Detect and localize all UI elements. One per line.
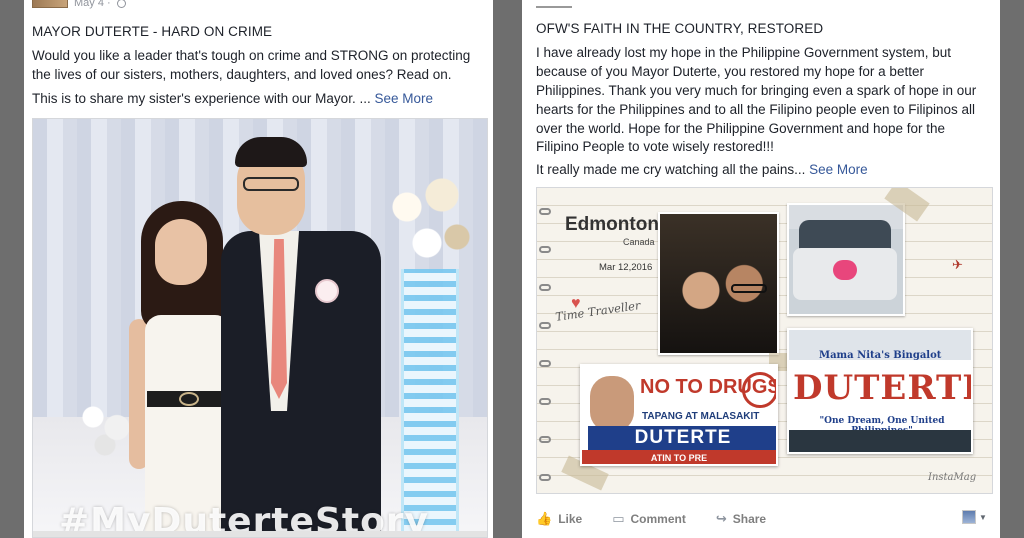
notebook-ring: [539, 322, 551, 329]
notebook-ring: [539, 474, 551, 481]
airplane-icon: ✈: [952, 257, 963, 272]
collage-watermark: InstaMag: [928, 472, 977, 483]
share-arrow-icon: ↪: [715, 511, 727, 526]
boutonniere: [315, 279, 339, 303]
duterte-sign-photo: Mama Nita's Bingalot DUTERTE "One Dream,…: [787, 328, 973, 454]
post-body-line: the lives of our sisters, mothers, daugh…: [32, 67, 452, 82]
post-body-line: I have already lost my hope in the Phili…: [536, 45, 951, 60]
sign-name: DUTERTE: [793, 368, 973, 408]
see-more-link[interactable]: See More: [809, 162, 868, 177]
banner-portrait: [590, 376, 634, 432]
post-body-line: It really made me cry watching all the p…: [536, 160, 868, 179]
post-meta: May 4 ·: [32, 0, 126, 10]
banner-footer: ATIN TO PRE: [582, 450, 776, 464]
notebook-ring: [539, 208, 551, 215]
post-body-line: over the world. Hope for the Philippine …: [536, 121, 945, 136]
collage-date: Mar 12,2016: [599, 262, 653, 273]
share-label: Share: [732, 512, 767, 526]
post-title: MAYOR DUTERTE - HARD ON CRIME: [32, 24, 273, 39]
comment-icon: ▭: [612, 511, 625, 526]
banner-slogan: TAPANG AT MALASAKIT: [642, 411, 760, 422]
lit-pillar: [401, 269, 459, 537]
heart-sticker-icon: [833, 260, 857, 280]
man-figure: [243, 177, 299, 191]
photo-bottom-edge: [33, 531, 487, 537]
caret-down-icon: ▼: [979, 512, 987, 522]
post-body-line: because of you Mayor Duterte, you restor…: [536, 64, 924, 79]
notebook-ring: [539, 436, 551, 443]
post-title: OFW'S FAITH IN THE COUNTRY, RESTORED: [536, 21, 824, 36]
notebook-ring: [539, 360, 551, 367]
thumbs-up-icon: 👍: [536, 511, 553, 526]
notebook-ring: [539, 284, 551, 291]
post-date[interactable]: May 4 ·: [74, 0, 111, 9]
post-left: May 4 · MAYOR DUTERTE - HARD ON CRIME Wo…: [24, 0, 493, 538]
actor-selector[interactable]: ▼: [962, 509, 990, 525]
post-body-text: It really made me cry watching all the p…: [536, 162, 806, 177]
ban-icon: [742, 372, 776, 408]
woman-figure: [155, 219, 207, 285]
selfie-photo: [731, 284, 767, 293]
post-body-line: This is to share my sister's experience …: [32, 89, 433, 108]
man-figure: [221, 231, 381, 537]
post-body-text: This is to share my sister's experience …: [32, 91, 371, 106]
woman-figure: [179, 392, 199, 406]
post-right: OFW'S FAITH IN THE COUNTRY, RESTORED I h…: [522, 0, 1000, 538]
collage-country: Canada: [623, 237, 655, 247]
notebook-ring: [539, 398, 551, 405]
avatar: [962, 510, 976, 524]
share-button[interactable]: ↪ Share: [716, 511, 766, 527]
comment-label: Comment: [630, 512, 686, 526]
profile-thumbnail[interactable]: [32, 0, 68, 8]
collage-caption: Time Traveller: [554, 298, 642, 324]
post-body-line: Would you like a leader that's tough on …: [32, 48, 471, 63]
post-photo[interactable]: #MyDuterteStory: [32, 118, 488, 538]
man-figure: [235, 137, 307, 167]
post-body-line: hearts for the Philippines and to all th…: [536, 102, 976, 117]
collage-city: Edmonton: [565, 214, 659, 235]
sign-label: Mama Nita's Bingalot: [819, 350, 942, 361]
see-more-link[interactable]: See More: [374, 91, 433, 106]
flower-arrangement: [377, 159, 477, 279]
comment-button[interactable]: ▭ Comment: [612, 511, 686, 527]
post-photo-collage[interactable]: Edmonton Canada Mar 12,2016 ♥ Time Trave…: [536, 187, 993, 494]
banner-candidate-name: DUTERTE: [588, 426, 776, 450]
no-to-drugs-banner: NO TO DRUGS TAPANG AT MALASAKIT DUTERTE …: [580, 364, 778, 466]
like-label: Like: [558, 512, 583, 526]
divider: [536, 6, 572, 8]
notebook-ring: [539, 246, 551, 253]
sign-bottom-strip: [789, 430, 971, 452]
globe-icon: [116, 0, 126, 8]
like-button[interactable]: 👍 Like: [536, 511, 582, 527]
post-body-line: Filipino People to vote wisely restored!…: [536, 139, 774, 154]
post-action-bar: 👍 Like ▭ Comment ↪ Share: [536, 508, 993, 530]
post-body-line: Philippines. Thank you very much for bri…: [536, 83, 977, 98]
